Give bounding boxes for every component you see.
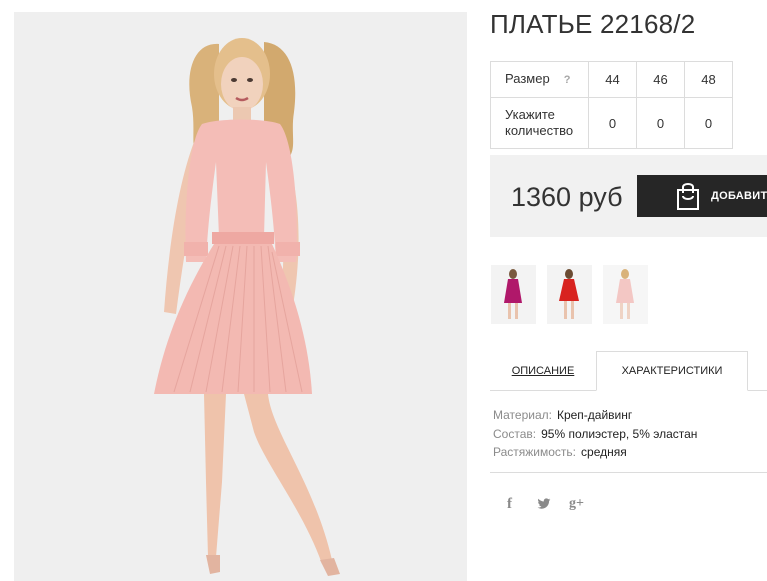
thumbnail-pink-dress[interactable] (603, 265, 648, 324)
size-46: 46 (636, 61, 685, 98)
dress-model-illustration (14, 12, 467, 581)
dress-thumb-red (547, 265, 592, 324)
quantity-row: Укажите количество 0 0 0 (490, 97, 733, 149)
spec-key: Материал: (493, 408, 552, 422)
shopping-bag-icon (677, 183, 699, 210)
thumbnail-magenta-dress[interactable] (491, 265, 536, 324)
spec-value: средняя (581, 445, 627, 459)
twitter-share-icon[interactable] (537, 495, 551, 513)
price-panel: 1360 руб ДОБАВИТЬ (490, 155, 767, 237)
quantity-input-48[interactable]: 0 (684, 97, 733, 149)
spec-row-stretch: Растяжимость: средняя (493, 443, 697, 462)
size-48: 48 (684, 61, 733, 98)
add-to-cart-label: ДОБАВИТЬ (711, 190, 767, 202)
quantity-input-44[interactable]: 0 (588, 97, 637, 149)
size-header-cell: Размер? (490, 61, 589, 98)
size-help-icon[interactable]: ? (564, 72, 571, 88)
twitter-icon (537, 498, 551, 509)
tab-characteristics[interactable]: ХАРАКТЕРИСТИКИ (596, 351, 748, 391)
size-44: 44 (588, 61, 637, 98)
product-price: 1360 руб (511, 182, 623, 212)
product-main-photo[interactable] (14, 12, 467, 581)
tab-description[interactable]: ОПИСАНИЕ (490, 351, 596, 391)
quantity-input-46[interactable]: 0 (636, 97, 685, 149)
dress-thumb-pink (603, 265, 648, 324)
googleplus-share-icon[interactable]: g+ (569, 495, 584, 513)
facebook-share-icon[interactable]: f (507, 495, 512, 513)
thumbnail-red-dress[interactable] (547, 265, 592, 324)
spec-key: Растяжимость: (493, 445, 577, 459)
size-quantity-table: Размер? 44 46 48 Укажите количество 0 0 … (490, 61, 733, 149)
dress-thumb-magenta (491, 265, 536, 324)
size-row: Размер? 44 46 48 (490, 61, 733, 98)
spec-row-material: Материал: Креп-дайвинг (493, 406, 697, 425)
characteristics-list: Материал: Креп-дайвинг Состав: 95% полиэст… (493, 406, 697, 462)
section-divider (490, 472, 767, 473)
product-title: ПЛАТЬЕ 22168/2 (490, 9, 696, 39)
spec-value: Креп-дайвинг (556, 408, 633, 422)
spec-row-composition: Состав: 95% полиэстер, 5% эластан (493, 425, 697, 444)
spec-key: Состав: (493, 426, 537, 441)
add-to-cart-button[interactable]: ДОБАВИТЬ (637, 175, 767, 217)
size-label: Размер (505, 71, 550, 86)
quantity-label: Укажите количество (490, 97, 589, 149)
spec-value: 95% полиэстер, 5% эластан (541, 426, 698, 441)
